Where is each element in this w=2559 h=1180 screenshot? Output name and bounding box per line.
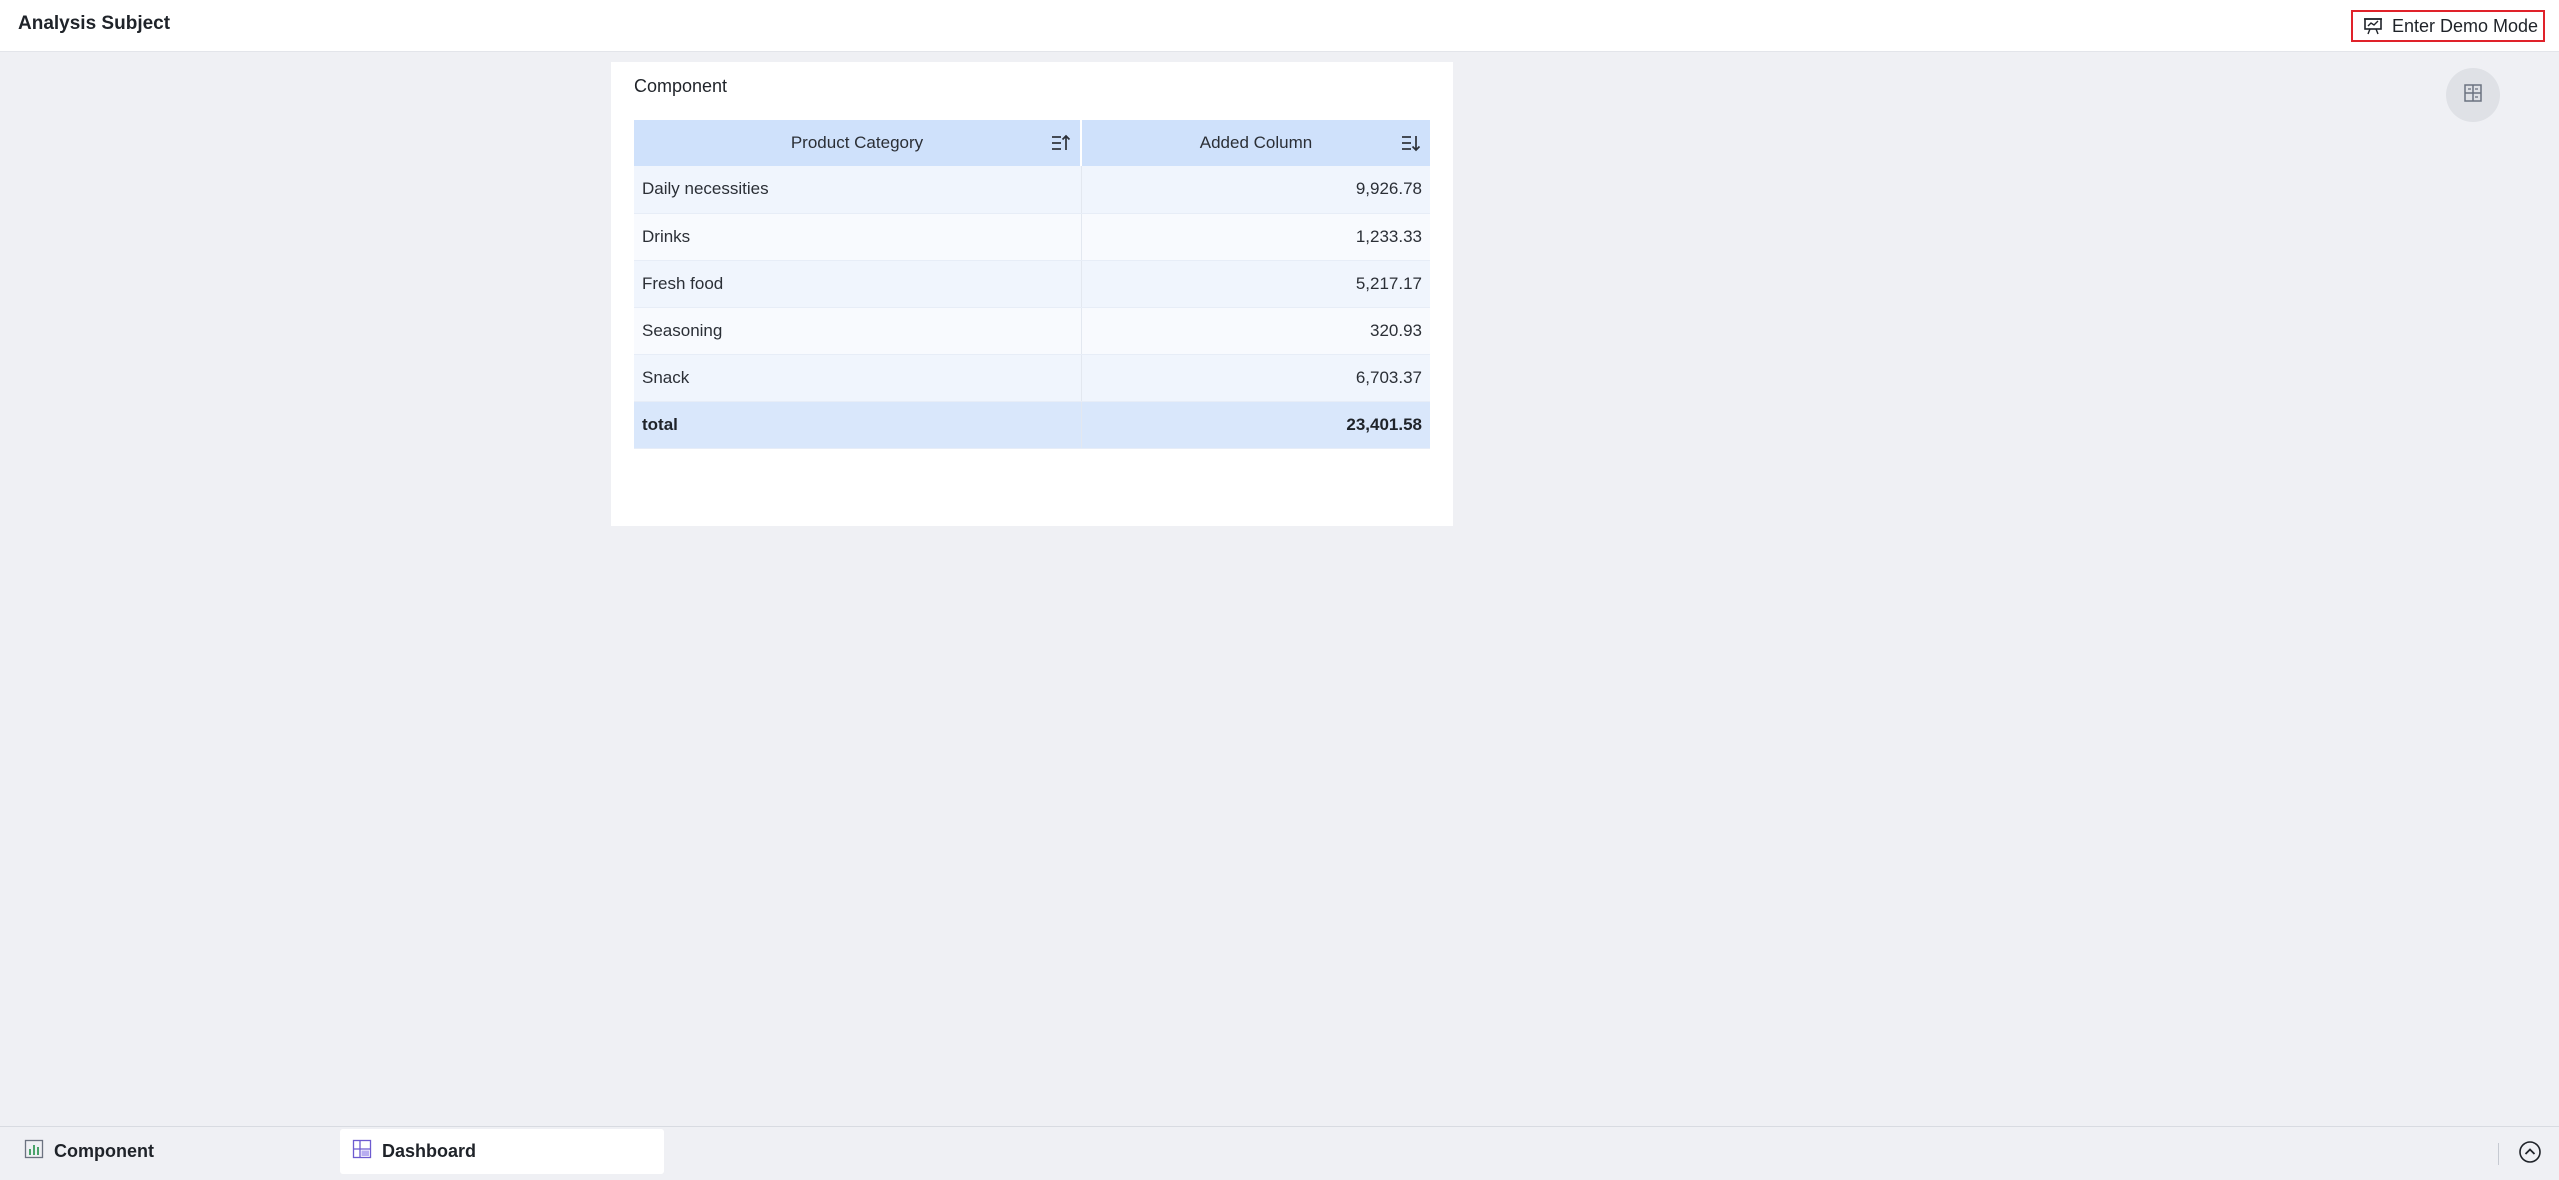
page-title: Analysis Subject	[18, 13, 171, 34]
data-table: Product Category Added Column Daily nece…	[634, 120, 1430, 449]
column-header-added-column: Added Column	[1081, 120, 1430, 166]
column-header-label: Product Category	[790, 133, 924, 152]
tab-dashboard[interactable]: Dashboard	[340, 1129, 664, 1174]
table-total-row: total 23,401.58	[634, 401, 1430, 449]
cell-value: 1,233.33	[1081, 213, 1430, 261]
cell-value: 6,703.37	[1081, 354, 1430, 402]
bottom-tab-bar: Component Dashboard	[0, 1126, 2559, 1180]
component-card[interactable]: Component Product Category Added Column …	[611, 62, 1453, 526]
table-row: Snack 6,703.37	[634, 354, 1430, 402]
cell-category: Seasoning	[634, 307, 1082, 355]
enter-demo-mode-button[interactable]: Enter Demo Mode	[2351, 10, 2545, 42]
table-row: Seasoning 320.93	[634, 307, 1430, 355]
enter-demo-mode-label: Enter Demo Mode	[2392, 15, 2539, 36]
cell-value: 9,926.78	[1081, 166, 1430, 214]
cell-category: Snack	[634, 354, 1082, 402]
cell-category: Daily necessities	[634, 166, 1082, 214]
cell-value: 320.93	[1081, 307, 1430, 355]
layout-toggle-button[interactable]	[2446, 68, 2500, 122]
total-label: total	[634, 401, 1082, 449]
presentation-icon	[2363, 16, 2383, 36]
column-header-product-category: Product Category	[634, 120, 1082, 166]
bar-chart-icon	[24, 1139, 44, 1164]
layout-grid-icon	[2463, 83, 2483, 108]
table-row: Drinks 1,233.33	[634, 213, 1430, 261]
divider	[2498, 1143, 2499, 1165]
sort-icon[interactable]	[1400, 132, 1422, 154]
cell-value: 5,217.17	[1081, 260, 1430, 308]
table-row: Fresh food 5,217.17	[634, 260, 1430, 308]
total-value: 23,401.58	[1081, 401, 1430, 449]
table-header-row: Product Category Added Column	[634, 120, 1430, 166]
tab-component-label: Component	[54, 1141, 154, 1161]
top-bar: Analysis Subject Enter Demo Mode	[0, 0, 2559, 52]
table-row: Daily necessities 9,926.78	[634, 166, 1430, 214]
sort-ascending-icon[interactable]	[1050, 132, 1072, 154]
tab-component[interactable]: Component	[12, 1129, 332, 1174]
chevron-up-circle-icon	[2517, 1141, 2543, 1169]
cell-category: Drinks	[634, 213, 1082, 261]
column-header-label: Added Column	[1199, 133, 1313, 152]
collapse-button[interactable]	[2517, 1139, 2543, 1165]
cell-category: Fresh food	[634, 260, 1082, 308]
tab-dashboard-label: Dashboard	[382, 1141, 477, 1161]
component-card-title: Component	[634, 76, 728, 96]
dashboard-grid-icon	[352, 1139, 372, 1164]
